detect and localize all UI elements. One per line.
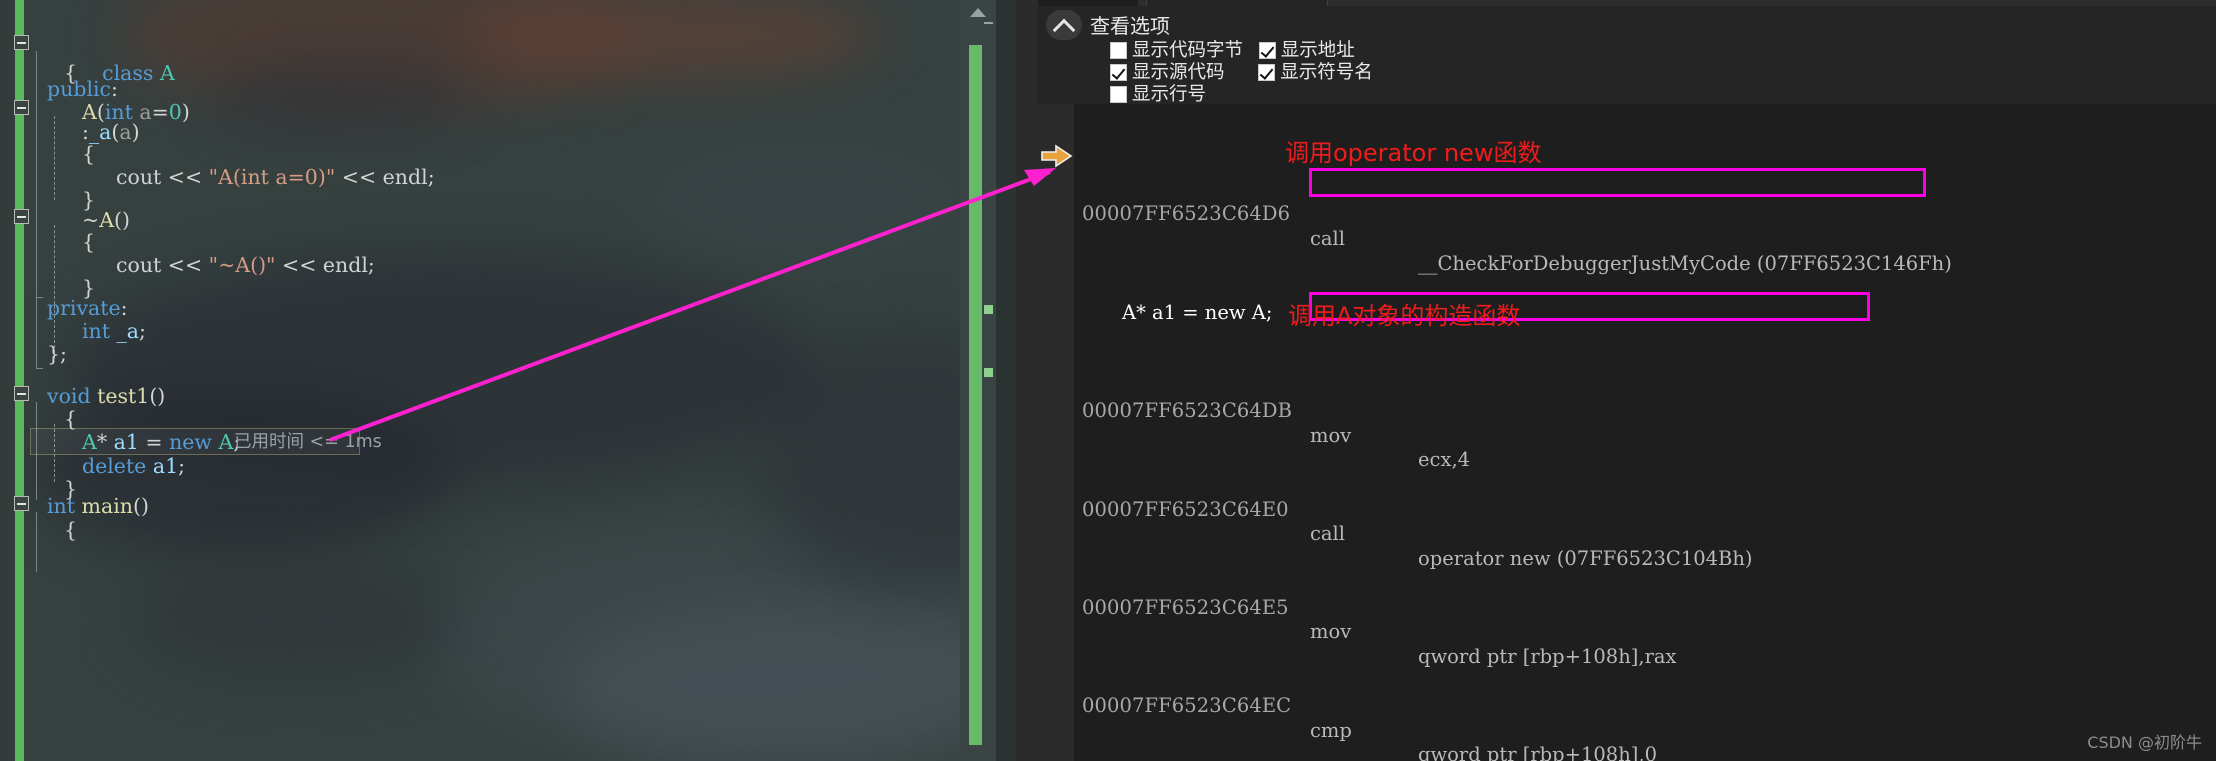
- instruction-address: 00007FF6523C64DB: [1082, 399, 1293, 423]
- highlight-box-operator-new: [1309, 168, 1926, 197]
- tab-inactive[interactable]: [1146, 0, 1328, 6]
- option-show-line-numbers[interactable]: 显示行号: [1110, 84, 1206, 105]
- source-code-editor[interactable]: class A { public: A(int a=0) :_a(a) { co…: [0, 0, 1038, 761]
- checkbox-show-symbol-names[interactable]: [1258, 64, 1276, 81]
- scrollbar-marker: [984, 305, 993, 314]
- scroll-up-arrow-icon[interactable]: [970, 8, 986, 17]
- annotation-operator-new-label: 调用operator new函数: [1285, 139, 1542, 167]
- option-show-symbol-names[interactable]: 显示符号名: [1258, 62, 1373, 83]
- view-options-header: 查看选项 显示代码字节 显示地址 显示源代码 显示符号名 显示行号: [1038, 0, 2216, 105]
- disassembly-pane[interactable]: 查看选项 显示代码字节 显示地址 显示源代码 显示符号名 显示行号 00007F…: [1038, 0, 2216, 761]
- editor-vertical-scrollbar[interactable]: [960, 0, 996, 761]
- instruction-address: 00007FF6523C64D6: [1082, 202, 1291, 226]
- chevron-up-icon: [1052, 18, 1076, 42]
- disassembly-row[interactable]: 00007FF6523C64E5 mov qword ptr [rbp+108h…: [1038, 571, 2216, 668]
- annotation-constructor-label: 调用A对象的构造函数: [1288, 302, 1521, 330]
- checkbox-show-source-code[interactable]: [1110, 64, 1127, 81]
- instruction-operands: operator new (07FF6523C104Bh): [1418, 546, 1753, 570]
- option-label: 显示行号: [1132, 84, 1207, 105]
- source-line-text: A* a1 = new A;: [1122, 300, 1273, 324]
- instruction-operands: qword ptr [rbp+108h],rax: [1418, 645, 1677, 669]
- instruction-address: 00007FF6523C64E5: [1082, 595, 1289, 619]
- checkbox-show-line-numbers[interactable]: [1110, 86, 1127, 103]
- disassembly-listing[interactable]: 00007FF6523C64D6 call __CheckForDebugger…: [1038, 104, 2216, 761]
- instruction-address: 00007FF6523C64EC: [1082, 694, 1292, 718]
- option-label: 显示符号名: [1280, 62, 1373, 83]
- checkbox-show-address[interactable]: [1258, 42, 1276, 59]
- editor-scrollbar-track[interactable]: [996, 0, 1016, 761]
- tab-strip: [1038, 0, 2216, 6]
- disassembly-row[interactable]: 00007FF6523C64E0 call operator new (07FF…: [1038, 473, 2216, 570]
- collapse-options-button[interactable]: [1046, 10, 1082, 42]
- instruction-mnemonic: mov: [1310, 620, 1352, 644]
- scrollbar-thumb[interactable]: [969, 45, 982, 745]
- instruction-operands: __CheckForDebuggerJustMyCode (07FF6523C1…: [1418, 251, 1952, 275]
- instruction-mnemonic: cmp: [1310, 718, 1352, 742]
- disassembly-row[interactable]: 00007FF6523C64EC cmp qword ptr [rbp+108h…: [1038, 670, 2216, 761]
- checkbox-show-code-bytes[interactable]: [1110, 42, 1127, 59]
- scrollbar-marker: [984, 368, 993, 377]
- pane-divider[interactable]: [1016, 0, 1038, 761]
- disassembly-row[interactable]: 00007FF6523C64DB mov ecx,4: [1038, 375, 2216, 471]
- scroll-collapse-icon[interactable]: [984, 22, 993, 24]
- instruction-mnemonic: call: [1310, 226, 1346, 250]
- instruction-mnemonic: mov: [1310, 423, 1352, 447]
- instruction-address: 00007FF6523C64E0: [1082, 497, 1289, 521]
- tab-active[interactable]: [1038, 0, 1138, 6]
- watermark: CSDN @初阶牛: [2087, 733, 2202, 752]
- debugger-screen: class A { public: A(int a=0) :_a(a) { co…: [0, 0, 2216, 761]
- code-text[interactable]: class A { public: A(int a=0) :_a(a) { co…: [0, 0, 1038, 761]
- instruction-operands: qword ptr [rbp+108h],0: [1418, 743, 1657, 761]
- instruction-operands: ecx,4: [1418, 448, 1471, 472]
- view-options-title: 查看选项: [1090, 14, 1170, 38]
- code-token-type: A: [159, 61, 175, 86]
- instruction-mnemonic: call: [1310, 522, 1346, 546]
- elapsed-time-datatip: 已用时间 <= 1ms: [234, 432, 382, 452]
